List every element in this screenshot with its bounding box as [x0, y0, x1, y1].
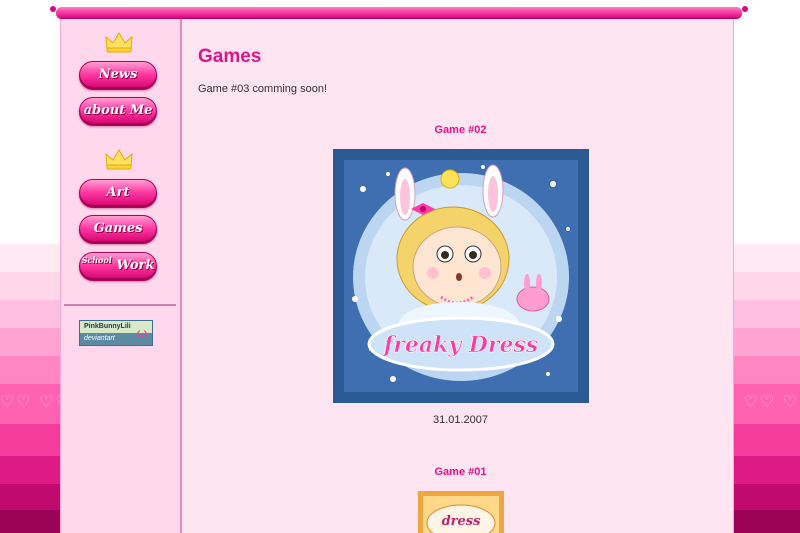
- game-01-thumbnail-link[interactable]: dress: [418, 491, 504, 533]
- nav-school-work-button[interactable]: School Work: [79, 252, 157, 281]
- sidebar-divider: [64, 304, 176, 306]
- nav-about-me-button[interactable]: about Me: [79, 97, 157, 126]
- decor-dot: [50, 6, 56, 12]
- game-01-logo-text: dress: [442, 514, 482, 529]
- game-02-logo-text: freaky Dress: [382, 332, 538, 358]
- intro-text: Game #03 comming soon!: [198, 83, 328, 95]
- nav-school-label: School: [81, 255, 112, 265]
- deviantart-badge-link[interactable]: PinkBunnyLili deviantart ω: [79, 320, 153, 346]
- nav-art-button[interactable]: Art: [79, 179, 157, 208]
- page-title: Games: [198, 46, 262, 67]
- crown-icon: [105, 149, 133, 170]
- game-02-thumbnail-link[interactable]: freaky Dress: [333, 149, 589, 403]
- crown-icon: [105, 32, 133, 53]
- game-date: 31.01.2007: [432, 414, 489, 426]
- nav-work-label: Work: [116, 258, 155, 273]
- sidebar: News about Me Art Games School Work Pink…: [61, 19, 182, 533]
- page-container: News about Me Art Games School Work Pink…: [60, 19, 734, 533]
- nav-games-button[interactable]: Games: [79, 215, 157, 244]
- game-heading: Game #01: [434, 466, 487, 478]
- bunny-icon: ω: [136, 325, 148, 341]
- main-content: Games Game #03 comming soon! Game #02 fr…: [182, 19, 733, 533]
- nav-news-button[interactable]: News: [79, 61, 157, 90]
- game-heading: Game #02: [434, 124, 487, 136]
- decor-dot: [742, 6, 748, 12]
- header-bar: [56, 7, 742, 18]
